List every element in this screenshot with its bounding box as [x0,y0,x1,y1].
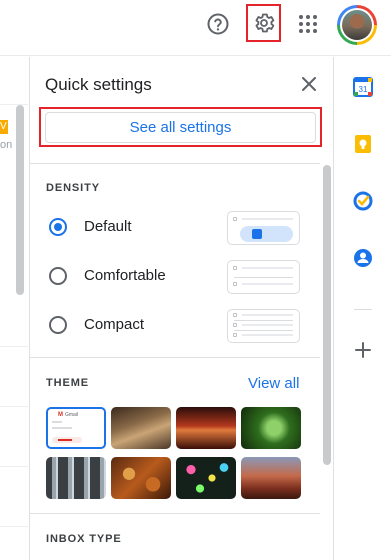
density-label: Default [84,218,132,235]
avatar[interactable] [337,5,377,45]
theme-preview-gmail: M Gmail [48,409,104,447]
selected-item-icon [252,229,262,239]
theme-chess[interactable] [111,407,171,449]
divider [30,513,320,514]
theme-caterpillar[interactable] [241,407,301,449]
panel-scrollbar[interactable] [323,165,331,465]
see-all-settings-button[interactable]: See all settings [45,112,316,143]
apps-grid-icon[interactable] [296,12,320,36]
gear-icon [255,13,274,33]
mail-row[interactable] [0,57,28,105]
contacts-icon[interactable] [353,248,373,268]
divider [30,163,320,164]
gmail-window: V on Quick settings See all settings DEN… [0,0,391,560]
theme-desert[interactable] [241,457,301,499]
mini-gmail-label: Gmail [65,412,79,418]
radio-comfortable[interactable] [49,267,67,285]
gmail-logo-icon: M [58,412,63,418]
density-label: Compact [84,316,145,333]
top-bar [0,0,391,56]
mail-row[interactable] [0,287,28,347]
settings-gear-button[interactable] [246,4,281,42]
radio-compact[interactable] [49,316,67,334]
theme-bokeh[interactable] [176,457,236,499]
theme-default[interactable]: M Gmail [46,407,106,449]
mail-row[interactable] [0,347,28,407]
svg-text:31: 31 [359,85,368,94]
add-icon[interactable] [353,340,373,360]
help-icon[interactable] [204,10,232,38]
mail-snippet: on [0,139,13,151]
density-heading: DENSITY [46,182,100,194]
avatar-photo [342,10,372,40]
theme-heading: THEME [46,377,89,389]
panel-title: Quick settings [45,75,152,94]
mail-scrollbar[interactable] [16,105,24,295]
side-apps-rail: 31 [335,57,391,560]
keep-icon[interactable] [353,134,373,154]
density-preview-compact[interactable] [227,309,300,343]
rail-divider [354,309,372,310]
theme-canyon[interactable] [176,407,236,449]
mail-row[interactable] [0,407,28,467]
mail-row[interactable] [0,467,28,527]
mail-list-edge: V on [0,57,28,560]
calendar-icon[interactable]: 31 [353,77,373,97]
label-badge: V [0,120,8,134]
close-icon[interactable] [298,73,320,95]
view-all-themes-link[interactable]: View all [248,375,299,392]
radio-default[interactable] [49,218,67,236]
quick-settings-panel: Quick settings See all settings DENSITY … [29,57,334,560]
tasks-icon[interactable] [353,191,373,211]
theme-leaves[interactable] [111,457,171,499]
inbox-type-heading: INBOX TYPE [46,533,122,545]
divider [30,357,320,358]
density-preview-default[interactable] [227,211,300,245]
density-label: Comfortable [84,267,166,284]
theme-tubes[interactable] [46,457,106,499]
see-all-highlight: See all settings [39,107,322,147]
density-preview-comfortable[interactable] [227,260,300,294]
